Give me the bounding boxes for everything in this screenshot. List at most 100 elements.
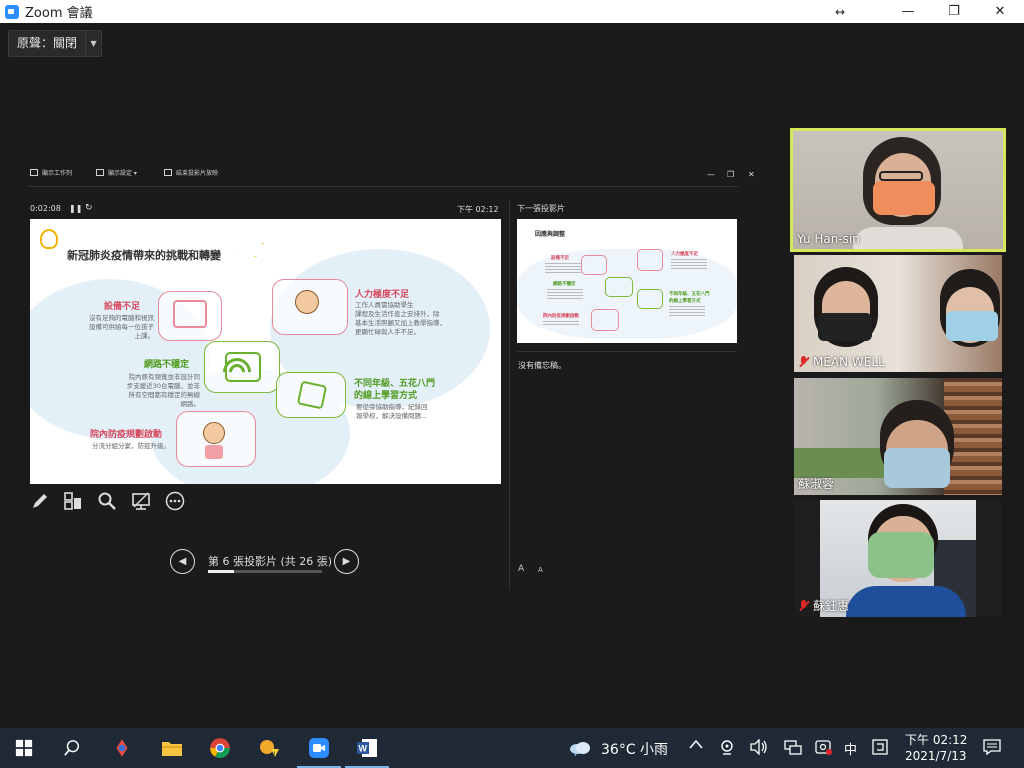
speaker-notes[interactable]: 沒有備忘稿。 (518, 360, 566, 371)
window-view (794, 448, 884, 478)
mic-muted-icon (798, 356, 810, 368)
slide-progress-fill (208, 570, 235, 573)
search-icon[interactable] (60, 736, 84, 760)
presenter-toolbar: 顯示工作列 顯示設定 ▾ 結束投影片放映 — ❐ ✕ (28, 168, 760, 186)
girl-spraying-icon (203, 422, 225, 444)
mini-card (637, 289, 663, 309)
previous-slide-button[interactable]: ◀ (170, 549, 195, 574)
original-sound-dropdown[interactable]: ▼ (85, 31, 101, 56)
mini-body (669, 306, 705, 318)
svg-text:!: ! (273, 751, 275, 758)
svg-text:W: W (359, 744, 368, 754)
taskbar-date[interactable]: 2021/7/13 (905, 749, 967, 763)
decrease-font-button[interactable]: A (538, 566, 543, 574)
security-app-icon[interactable]: ! (257, 736, 281, 760)
network-icon[interactable] (784, 739, 802, 759)
video-tile[interactable]: 蘇淑蓉 (794, 378, 1002, 495)
next-slide-label: 下一張投影片 (517, 204, 565, 213)
weather-text[interactable]: 36°C 小雨 (601, 739, 668, 759)
increase-font-button[interactable]: A (518, 564, 524, 574)
next-slide-title: 因應與調整 (535, 231, 566, 238)
notification-center-icon[interactable] (983, 739, 1001, 759)
end-show-icon (164, 169, 172, 176)
item-body: 要從旁協助指導，紀錄回 報學校，解決設備問題... (356, 403, 428, 420)
panel-divider[interactable] (509, 200, 510, 590)
weather-cloud-icon[interactable] (568, 736, 592, 760)
video-tile[interactable]: MEAN WELL (794, 255, 1002, 372)
presenter-close-button[interactable]: ✕ (748, 170, 755, 179)
item-body: 分流分組分案，防疫升級。 (92, 442, 170, 450)
see-all-slides-icon[interactable] (63, 491, 83, 511)
mask (818, 313, 872, 341)
mini-card (605, 277, 633, 297)
video-tile[interactable]: 蘇鈺惠 (794, 500, 1002, 617)
item-heading: 人力極度不足 (355, 290, 410, 300)
learning-card (276, 372, 346, 418)
windows-start-icon[interactable] (12, 736, 36, 760)
volume-icon[interactable] (750, 738, 768, 759)
display-icon (96, 169, 104, 176)
zoom-logo-icon (5, 4, 19, 19)
presenter-restore-button[interactable]: ❐ (727, 170, 734, 179)
ime-settings-icon[interactable] (872, 739, 888, 759)
file-explorer-icon[interactable] (160, 736, 184, 760)
pause-timer-button[interactable]: ❚❚ (69, 204, 82, 213)
item-body: 沒有足夠的電腦和視訊 設備可供給每一位孩子 上課。 (89, 314, 154, 340)
slide-indicator[interactable]: 第 6 張投影片 (共 26 張) (208, 553, 332, 569)
minimize-button[interactable]: — (885, 0, 931, 23)
camera-icon[interactable] (720, 739, 734, 759)
item-heading: 設備不足 (104, 302, 141, 312)
dress-icon (205, 445, 223, 459)
original-sound-button[interactable]: 原聲：關閉 ▼ (8, 30, 103, 57)
original-sound-label[interactable]: 原聲：關閉 (9, 31, 85, 56)
computer-icon (173, 300, 207, 328)
elapsed-timer: 0:02:08 (30, 204, 61, 213)
paint-app-icon[interactable] (110, 736, 134, 760)
taskbar-icon (30, 169, 38, 176)
chrome-icon[interactable] (208, 736, 232, 760)
next-slide-button[interactable]: ▶ (334, 549, 359, 574)
video-tile-active[interactable]: Yu Han-sin (790, 128, 1006, 252)
mini-body (545, 263, 581, 275)
zoom-taskbar-icon[interactable] (297, 736, 341, 768)
mini-heading: 院內防疫規劃啟動 (543, 314, 579, 319)
close-button[interactable]: ✕ (977, 0, 1023, 23)
toolbar-divider (28, 186, 738, 187)
security-tray-icon[interactable] (815, 739, 833, 759)
mini-heading: 人力極度不足 (671, 252, 698, 257)
slide-title: 新冠肺炎疫情帶來的挑戰和轉變 (67, 249, 221, 262)
mic-muted-icon (798, 599, 810, 612)
slide-progress (208, 570, 322, 573)
zoom-slide-icon[interactable] (97, 491, 117, 511)
mini-body (543, 321, 579, 327)
current-slide[interactable]: 新冠肺炎疫情帶來的挑戰和轉變 設備不足 沒有足夠的電腦和視訊 設備可供給每一位孩子… (30, 219, 501, 484)
maximize-button[interactable]: ❐ (931, 0, 977, 23)
more-options-icon[interactable] (165, 491, 185, 511)
manpower-card (272, 279, 348, 335)
presenter-minimize-button[interactable]: — (707, 170, 715, 179)
word-app-icon[interactable]: W (345, 736, 389, 768)
title-bar: Zoom 會議 ↔ — ❐ ✕ (0, 0, 1024, 23)
taskbar-time[interactable]: 下午 02:12 (905, 731, 967, 748)
display-settings-button[interactable]: 顯示設定 ▾ (96, 168, 137, 177)
tray-expand-icon[interactable] (689, 738, 703, 753)
mini-body (547, 289, 583, 301)
windows-taskbar: ! W 36°C 小雨 中 下午 02:12 2021/7/13 (0, 728, 1024, 768)
equipment-card (158, 291, 222, 341)
show-taskbar-button[interactable]: 顯示工作列 (30, 168, 72, 177)
item-heading: 網路不穩定 (144, 360, 190, 370)
ime-mode[interactable]: 中 (844, 739, 857, 758)
end-slideshow-label: 結束投影片放映 (176, 170, 219, 177)
show-taskbar-label: 顯示工作列 (42, 170, 73, 177)
end-slideshow-button[interactable]: 結束投影片放映 (164, 168, 218, 177)
shirt (846, 586, 966, 617)
mask (946, 311, 998, 341)
item-heading-line2: 的線上學習方式 (354, 391, 418, 401)
glasses (879, 171, 923, 181)
black-screen-icon[interactable] (131, 491, 151, 511)
next-slide-thumbnail[interactable]: 因應與調整 設備不足 人力極度不足 網路不穩定 不同年級、五花八門 的線上學習方… (517, 219, 737, 343)
mini-card (581, 255, 607, 275)
pen-tool-icon[interactable] (30, 491, 50, 511)
paper-plane-icon (238, 243, 264, 257)
restart-timer-button[interactable]: ↻ (85, 203, 93, 213)
